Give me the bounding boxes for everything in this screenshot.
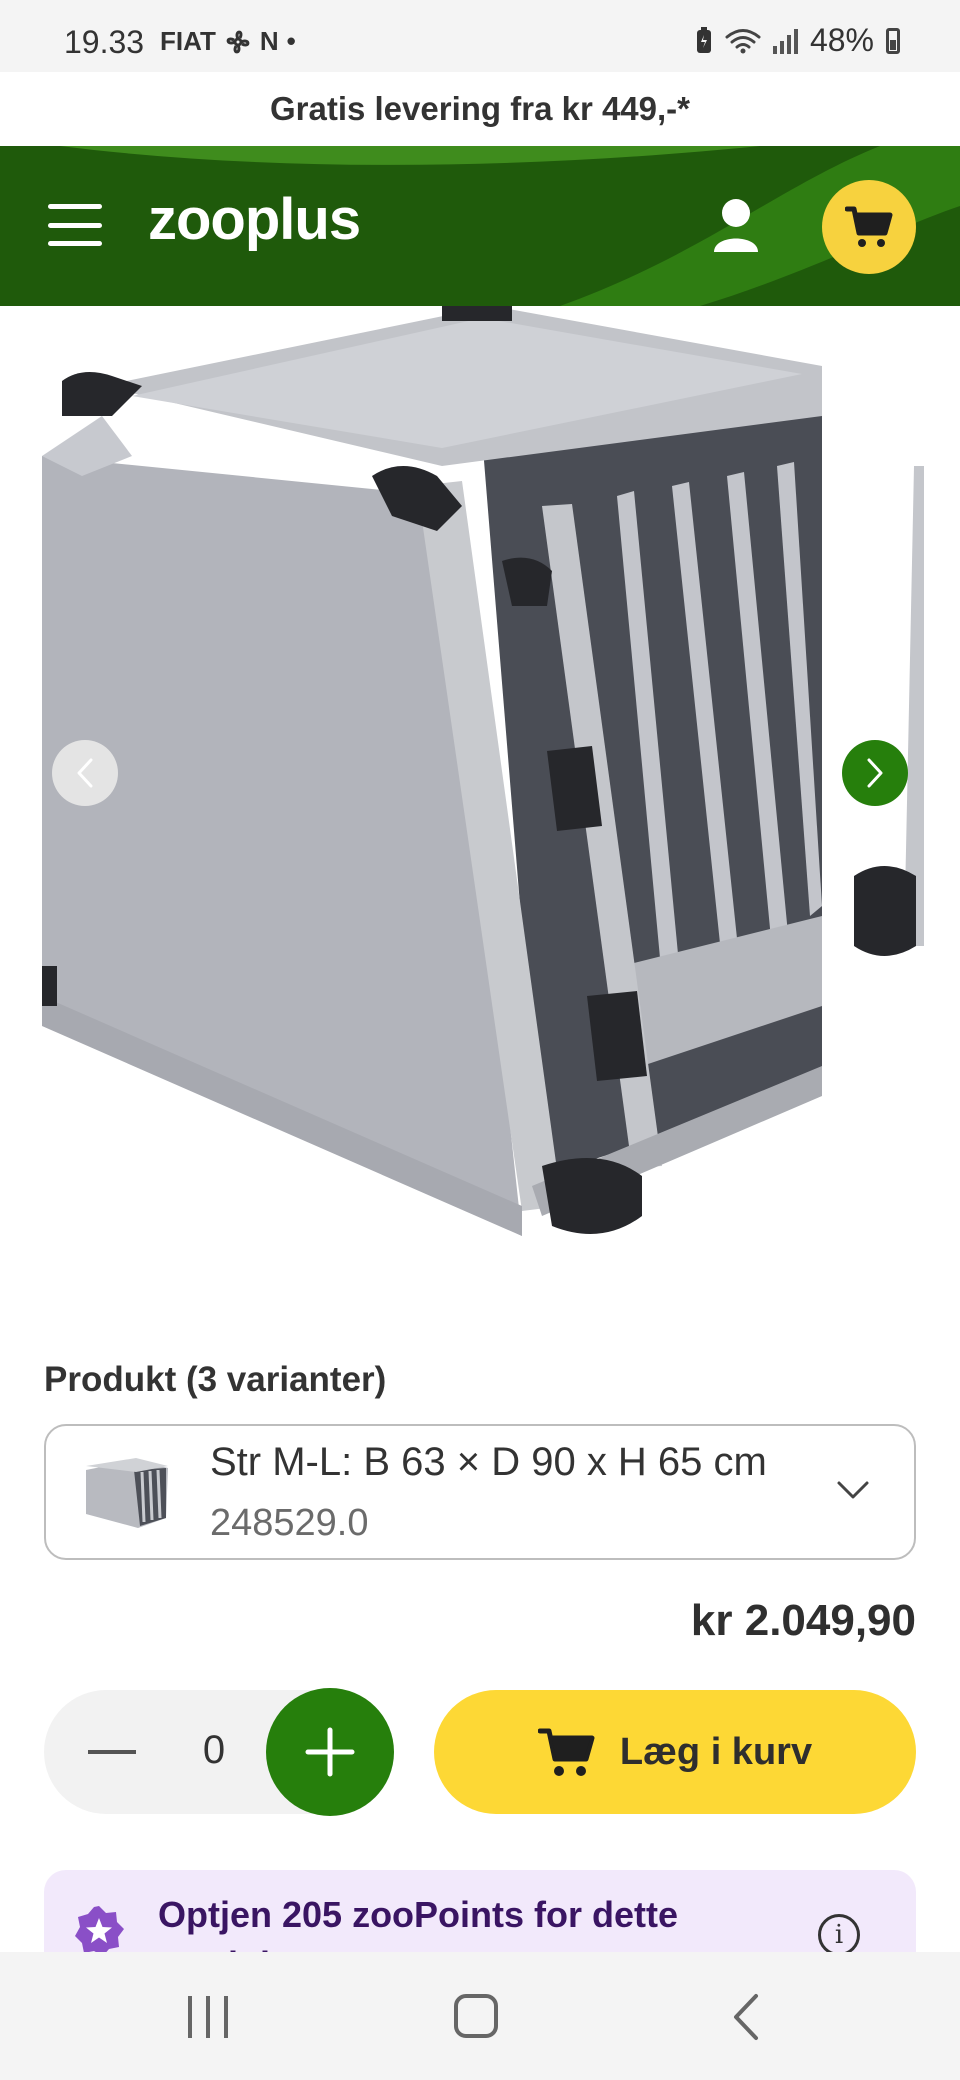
hamburger-icon[interactable] — [48, 204, 102, 246]
gallery-prev-button[interactable] — [52, 740, 118, 806]
variant-name: Str M-L: B 63 × D 90 x H 65 cm — [210, 1440, 767, 1484]
quantity-stepper: 0 — [44, 1688, 394, 1816]
battery-percent: 48% — [809, 22, 874, 58]
decrease-quantity-button[interactable] — [68, 1708, 156, 1796]
cart-icon — [845, 206, 893, 247]
dot-icon: • — [286, 26, 296, 56]
product-gallery[interactable] — [0, 306, 960, 1266]
zoopoints-badge-icon — [75, 1906, 124, 1956]
wifi-icon — [725, 28, 761, 53]
minus-icon — [88, 1750, 136, 1754]
product-image-dog-crate — [42, 306, 822, 1236]
free-delivery-banner[interactable]: Gratis levering fra kr 449,-* — [0, 72, 960, 146]
add-to-cart-button[interactable]: Læg i kurv — [434, 1690, 916, 1814]
chevron-down-icon — [837, 1481, 869, 1499]
cart-button[interactable] — [822, 180, 916, 274]
product-price: kr 2.049,90 — [690, 1596, 916, 1645]
variant-dropdown[interactable]: Str M-L: B 63 × D 90 x H 65 cm 248529.0 — [44, 1424, 916, 1560]
gallery-next-button[interactable] — [842, 740, 908, 806]
status-left-icons: FIAT N • — [160, 26, 296, 57]
increase-quantity-button[interactable] — [266, 1688, 394, 1816]
status-time: 19.33 — [64, 24, 145, 60]
cart-icon — [537, 1728, 595, 1776]
fan-icon — [226, 30, 250, 53]
status-bar: 19.33 FIAT N • 48% — [0, 0, 960, 72]
system-navigation-bar — [0, 1952, 960, 2080]
signal-icon — [772, 28, 798, 54]
netflix-icon: N — [259, 26, 279, 56]
recents-icon[interactable] — [188, 1996, 228, 2038]
plus-icon — [305, 1727, 355, 1777]
back-icon[interactable] — [730, 1992, 760, 2042]
status-right: 48% — [695, 22, 900, 59]
variant-thumbnail — [86, 1458, 168, 1528]
battery-saver-icon — [696, 26, 711, 53]
variant-sku: 248529.0 — [210, 1502, 369, 1544]
chevron-right-icon — [867, 758, 883, 788]
variant-label: Produkt (3 varianter) — [44, 1360, 387, 1399]
home-icon[interactable] — [454, 1994, 498, 2038]
add-to-cart-label: Læg i kurv — [619, 1730, 813, 1773]
user-icon[interactable] — [712, 198, 760, 252]
fiat-icon: FIAT — [160, 26, 216, 56]
site-header: zooplus — [0, 146, 960, 306]
battery-icon — [886, 27, 900, 54]
chevron-left-icon — [77, 758, 93, 788]
quantity-value[interactable]: 0 — [194, 1728, 234, 1773]
header-swoosh — [60, 146, 960, 306]
info-icon[interactable]: i — [818, 1914, 860, 1956]
zooplus-logo[interactable]: zooplus — [148, 186, 361, 253]
